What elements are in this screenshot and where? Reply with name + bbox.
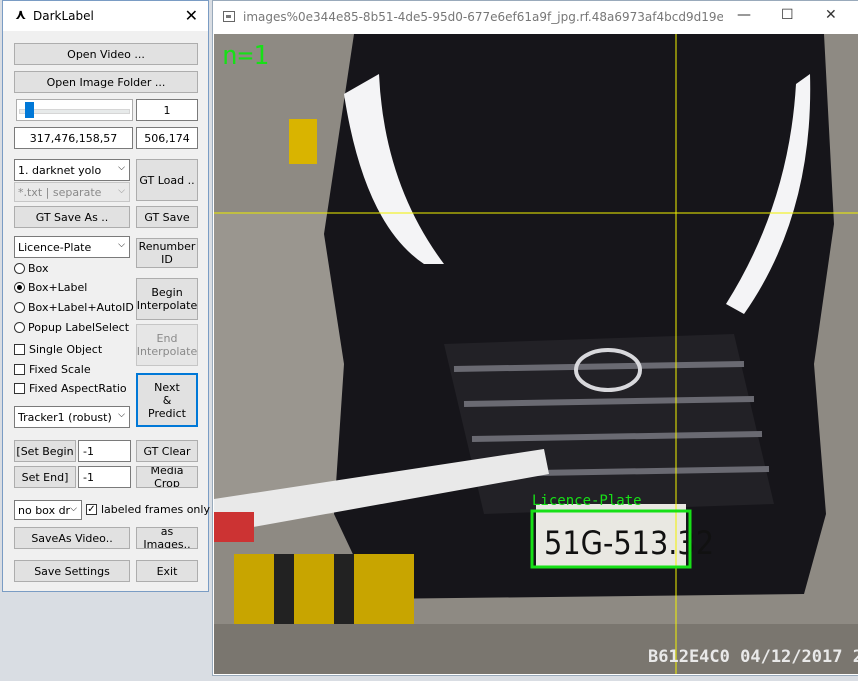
box-label-text: Licence-Plate [532,493,642,509]
bumper-stripe [274,554,294,624]
chevron-down-icon: ⌵ [118,163,125,173]
save-settings-button[interactable]: Save Settings [14,560,130,582]
chevron-down-icon: ⌵ [118,186,125,196]
mode-popup-radio[interactable]: Popup LabelSelect [14,321,129,334]
tracker-select[interactable]: Tracker1 (robust) ⌵ [14,406,130,428]
grille [444,334,774,514]
minimize-icon[interactable]: — [737,7,751,23]
bumper-stripe [334,554,354,624]
end-value-field[interactable]: -1 [78,466,131,488]
gt-save-as-button[interactable]: GT Save As .. [14,206,130,228]
darklabel-control-window: ⋏ DarkLabel ✕ Open Video ... Open Image … [2,0,210,592]
open-video-button[interactable]: Open Video ... [14,43,198,65]
mode-box-label-radio[interactable]: Box+Label [14,281,87,294]
begin-interpolate-button[interactable]: Begin Interpolate [136,278,198,320]
mode-label: Box+Label+AutoID [28,301,134,314]
begin-value-field[interactable]: -1 [78,440,131,462]
timestamp: B612E4C0 04/12/2017 2 [648,647,858,667]
gt-save-button[interactable]: GT Save [136,206,198,228]
slider-thumb[interactable] [25,102,34,118]
radio-icon [14,302,25,313]
save-as-images-button[interactable]: as Images.. [136,527,198,549]
image-viewer-window: images%0e344e85-8b51-4de5-95d0-677e6ef61… [212,0,858,676]
image-canvas[interactable]: 51G-513.32 Licence-Plate n=1 B612E4C0 04… [214,34,858,674]
radio-icon [14,263,25,274]
fixed-scale-checkbox[interactable]: Fixed Scale [14,363,91,376]
checkbox-label: Fixed Scale [29,363,91,376]
label-select[interactable]: Licence-Plate ⌵ [14,236,130,258]
open-image-folder-button[interactable]: Open Image Folder ... [14,71,198,93]
gt-load-button[interactable]: GT Load .. [136,159,198,201]
media-crop-button[interactable]: Media Crop [136,466,198,488]
radio-selected-icon [14,282,25,293]
checkbox-label: Single Object [29,343,103,356]
next-predict-button[interactable]: Next & Predict [136,373,198,427]
fixed-aspect-checkbox[interactable]: Fixed AspectRatio [14,382,127,395]
image-window-icon [223,11,235,22]
checkbox-icon [14,383,25,394]
mode-autoid-radio[interactable]: Box+Label+AutoID [14,301,134,314]
labeled-frames-only-checkbox[interactable]: ✓ labeled frames only [86,503,210,516]
viewer-title: images%0e344e85-8b51-4de5-95d0-677e6ef61… [243,10,723,24]
chevron-down-icon: ⌵ [118,240,125,250]
mode-label: Box+Label [28,281,88,294]
slider-track [19,109,130,114]
frame-counter: n=1 [222,41,269,71]
end-interpolate-button: End Interpolate [136,324,198,366]
close-icon[interactable]: ✕ [825,7,837,23]
maximize-icon[interactable]: ☐ [781,7,794,23]
cursor-pos-field: 506,174 [136,127,198,149]
set-end-button[interactable]: Set End] [14,466,76,488]
label-select-value: Licence-Plate [18,240,92,254]
mode-label: Popup LabelSelect [28,321,130,334]
checkbox-icon [14,364,25,375]
darklabel-logo-icon: ⋏ [15,7,27,23]
panel-titlebar: ⋏ DarkLabel ✕ [3,1,208,31]
no-box-select[interactable]: no box dr ⌵ [14,500,82,520]
tracker-select-value: Tracker1 (robust) [18,410,112,424]
bumper-bottom [234,554,414,624]
save-as-video-button[interactable]: SaveAs Video.. [14,527,130,549]
no-box-select-value: no box dr [18,503,71,517]
txt-format-value: *.txt | separate [18,185,102,199]
checkbox-label: Fixed AspectRatio [29,382,127,395]
mode-box-radio[interactable]: Box [14,262,48,275]
mode-label: Box [28,262,49,275]
barrier-stripe [214,512,254,542]
box-coords-field: 317,476,158,57 [14,127,133,149]
checkbox-label: labeled frames only [101,503,210,516]
single-object-checkbox[interactable]: Single Object [14,343,102,356]
radio-icon [14,322,25,333]
chevron-down-icon: ⌵ [70,504,77,514]
gt-clear-button[interactable]: GT Clear [136,440,198,462]
set-begin-button[interactable]: [Set Begin [14,440,76,462]
checkmark-icon: ✓ [86,504,97,515]
frame-number-field[interactable]: 1 [136,99,198,121]
bumper-left [289,119,317,164]
car-photo: 51G-513.32 Licence-Plate n=1 B612E4C0 04… [214,34,858,674]
close-icon[interactable]: ✕ [185,6,198,25]
txt-format-select: *.txt | separate ⌵ [14,182,130,202]
exit-button[interactable]: Exit [136,560,198,582]
checkbox-icon [14,344,25,355]
chevron-down-icon: ⌵ [118,410,125,420]
viewer-titlebar: images%0e344e85-8b51-4de5-95d0-677e6ef61… [213,1,858,33]
format-select[interactable]: 1. darknet yolo ⌵ [14,159,130,181]
frame-slider[interactable] [16,99,133,121]
panel-title: DarkLabel [33,9,94,23]
renumber-id-button[interactable]: Renumber ID [136,238,198,268]
format-select-value: 1. darknet yolo [18,163,102,177]
